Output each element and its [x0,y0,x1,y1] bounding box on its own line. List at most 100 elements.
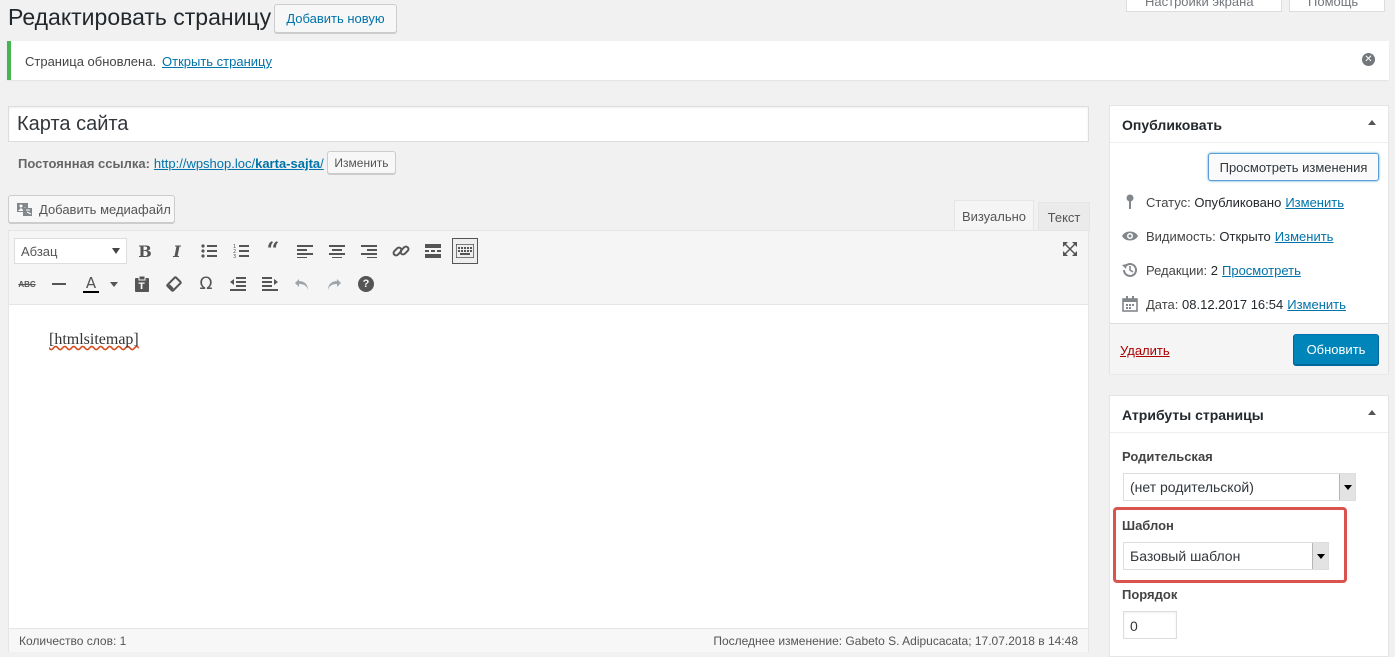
format-select[interactable]: Абзац [14,238,127,264]
notice-text: Страница обновлена. [25,54,157,69]
chevron-down-icon [112,248,120,254]
publish-actions: Удалить Обновить [1110,323,1388,374]
dismiss-notice-icon[interactable]: ✕ [1362,53,1375,66]
bullet-list-icon[interactable] [197,239,221,263]
status-value: Опубликовано [1194,194,1282,210]
permalink-slug: karta-sajta [255,156,321,171]
template-select[interactable]: Базовый шаблон [1123,542,1329,570]
bold-icon[interactable]: B [133,239,157,263]
special-character-icon[interactable]: Ω [194,272,218,296]
paste-text-icon[interactable]: T [130,272,154,296]
numbered-list-icon[interactable]: 123 [229,239,253,263]
svg-text:T: T [139,282,146,292]
date-label: Дата: [1146,296,1179,312]
italic-icon[interactable]: I [165,239,189,263]
visibility-row: Видимость: Открыто Изменить [1121,227,1333,245]
help-icon[interactable]: ? [354,272,378,296]
visibility-label: Видимость: [1146,228,1216,244]
permalink-row: Постоянная ссылка: http://wpshop.loc/kar… [18,156,324,171]
format-select-value: Абзац [21,243,58,259]
add-media-icon [17,202,33,216]
link-icon[interactable] [389,239,413,263]
tab-visual-label: Визуально [961,208,1027,224]
fullscreen-icon[interactable] [1058,237,1082,261]
page-attributes-title: Атрибуты страницы [1122,407,1264,423]
permalink-base: http://wpshop.loc/ [153,156,256,171]
word-count: Количество слов: 1 [19,634,127,648]
status-edit-link[interactable]: Изменить [1285,195,1344,210]
order-input[interactable]: 0 [1123,611,1177,639]
visibility-value: Открыто [1219,228,1271,244]
eye-icon [1121,227,1139,245]
revisions-row: Редакции: 2 Просмотреть [1121,261,1301,279]
permalink-end: / [320,156,324,171]
screen-options-label: Настройки экрана [1145,0,1254,9]
status-label: Статус: [1146,194,1191,210]
history-icon [1121,261,1139,279]
status-row: Статус: Опубликовано Изменить [1121,193,1344,211]
page-title: Редактировать страницу [8,4,272,30]
add-media-button[interactable]: Добавить медиафайл [8,195,175,223]
select-arrow-icon [1312,543,1328,569]
page-attributes-box: Атрибуты страницы Родительская (нет роди… [1109,395,1389,657]
view-page-link[interactable]: Открыть страницу [162,54,272,69]
undo-icon[interactable] [290,272,314,296]
template-select-value: Базовый шаблон [1130,548,1241,564]
page-attributes-header[interactable]: Атрибуты страницы [1110,396,1388,433]
date-row: Дата: 08.12.2017 16:54 Изменить [1121,295,1346,313]
post-title-value: Карта сайта [17,113,129,135]
editor-content-text: [htmlsitemap] [49,331,139,348]
screen-options-tab[interactable]: Настройки экрана [1126,0,1282,12]
read-more-icon[interactable] [421,239,445,263]
revisions-value: 2 [1210,262,1218,278]
text-color-icon[interactable]: A [79,272,103,296]
delete-link[interactable]: Удалить [1120,343,1170,358]
post-title-input[interactable]: Карта сайта [8,106,1089,142]
visibility-edit-link[interactable]: Изменить [1275,229,1334,244]
toolbar-toggle-icon[interactable] [452,238,478,264]
redo-icon[interactable] [322,272,346,296]
add-media-label: Добавить медиафайл [39,201,171,217]
date-edit-link[interactable]: Изменить [1287,297,1346,312]
outdent-icon[interactable] [226,272,250,296]
editor-status-bar: Количество слов: 1 Последнее изменение: … [9,628,1088,652]
parent-select[interactable]: (нет родительской) [1123,473,1356,501]
editor-toolbar: Абзац B I 123 “ ABC A T Ω ? [9,231,1088,305]
align-center-icon[interactable] [325,239,349,263]
permalink-edit-button[interactable]: Изменить [327,151,396,174]
publish-box-header[interactable]: Опубликовать [1110,106,1388,143]
collapse-arrow-icon[interactable] [1368,120,1376,125]
pin-icon [1121,193,1139,211]
preview-changes-button[interactable]: Просмотреть изменения [1208,153,1379,181]
parent-select-value: (нет родительской) [1130,479,1254,495]
tab-visual[interactable]: Визуально [954,200,1034,231]
strikethrough-icon[interactable]: ABC [15,272,39,296]
order-value: 0 [1130,618,1138,634]
last-edit: Последнее изменение: Gabeto S. Adipucaca… [713,634,1078,648]
permalink-label: Постоянная ссылка: [18,156,150,171]
add-new-button[interactable]: Добавить новую [274,4,397,33]
update-button[interactable]: Обновить [1293,334,1379,365]
revisions-label: Редакции: [1146,262,1208,278]
revisions-link[interactable]: Просмотреть [1222,263,1301,278]
tab-text-label: Текст [1047,209,1081,225]
blockquote-icon[interactable]: “ [261,239,285,263]
editor-content[interactable]: [htmlsitemap] [9,305,1088,607]
align-left-icon[interactable] [293,239,317,263]
calendar-icon [1121,295,1139,313]
collapse-arrow-icon[interactable] [1368,410,1376,415]
update-notice: Страница обновлена. Открыть страницу ✕ [7,41,1389,80]
help-label: Помощь [1308,0,1359,9]
tab-text[interactable]: Текст [1038,202,1090,231]
editor-container: Абзац B I 123 “ ABC A T Ω ? [htmlsitemap… [8,230,1089,652]
align-right-icon[interactable] [357,239,381,263]
permalink-link[interactable]: http://wpshop.loc/karta-sajta/ [154,156,324,171]
help-tab[interactable]: Помощь [1289,0,1385,12]
text-color-dropdown-icon[interactable] [110,282,118,287]
order-label: Порядок [1122,587,1178,602]
clear-formatting-icon[interactable] [162,272,186,296]
date-value: 08.12.2017 16:54 [1182,296,1284,312]
select-arrow-icon [1339,474,1355,500]
horizontal-line-icon[interactable] [47,272,71,296]
indent-icon[interactable] [258,272,282,296]
